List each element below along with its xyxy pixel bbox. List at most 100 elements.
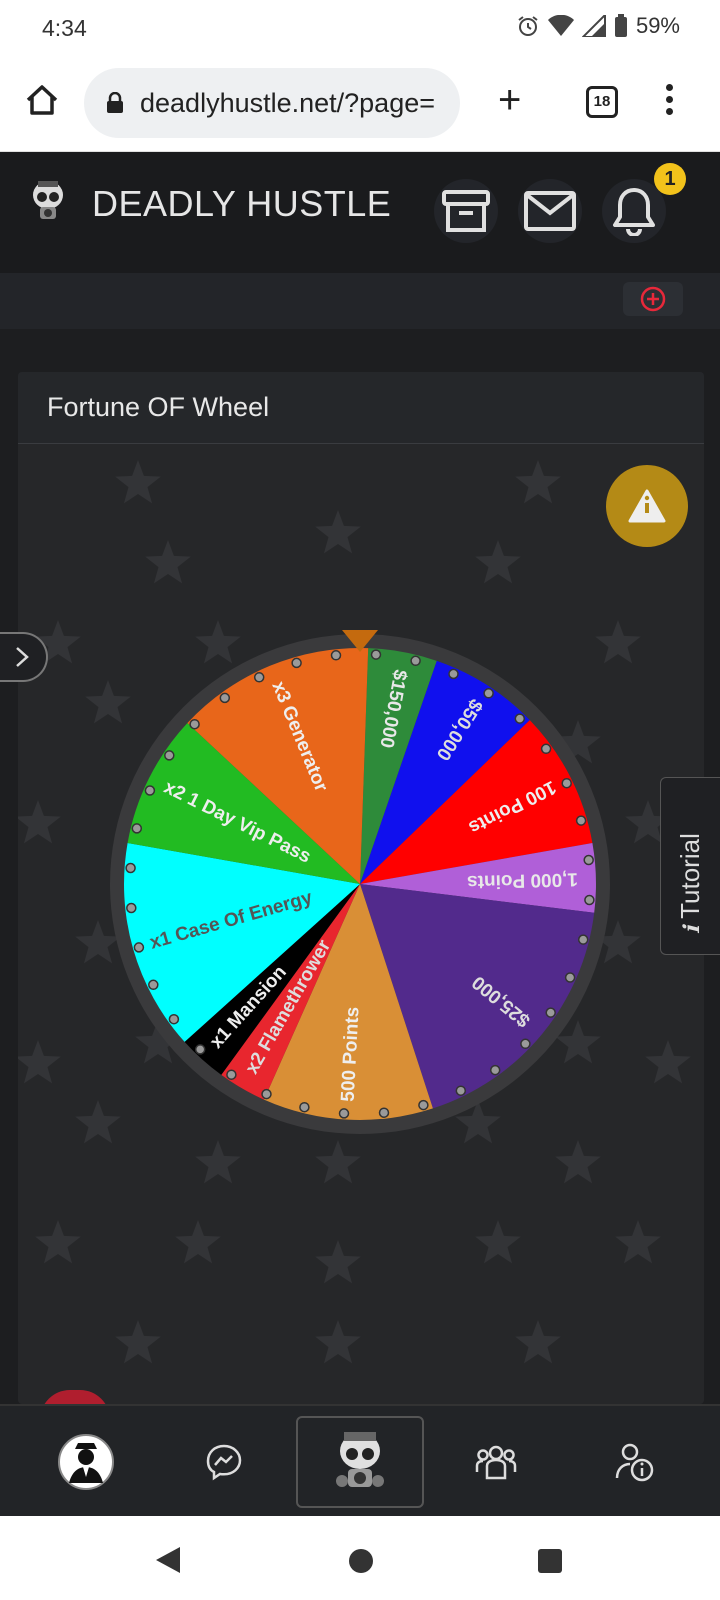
tutorial-tab[interactable]: ℹ Tutorial — [660, 777, 720, 955]
nav-gang[interactable] — [436, 1406, 556, 1518]
wheel-graphic[interactable]: $150,000 $50,000100 Points1,000 Points$25… — [106, 630, 614, 1138]
tab-count-button[interactable]: 18 — [586, 86, 618, 118]
background-star — [145, 540, 191, 584]
home-icon[interactable] — [24, 82, 60, 118]
wheel-peg — [448, 668, 459, 680]
wheel-peg — [370, 649, 382, 660]
background-star — [195, 1140, 241, 1184]
chevron-right-icon — [16, 647, 29, 667]
mail-button[interactable] — [518, 179, 582, 243]
background-star — [475, 540, 521, 584]
background-star — [555, 1140, 601, 1184]
site-header: DEADLY HUSTLE — [0, 153, 720, 273]
wheel-peg — [483, 688, 494, 699]
wheel-peg — [564, 972, 576, 983]
nav-profile[interactable] — [26, 1406, 146, 1518]
background-star — [35, 1220, 81, 1264]
sub-toolbar — [0, 273, 720, 329]
status-icons: 59% — [516, 13, 680, 39]
site-title: DEADLY HUSTLE — [92, 183, 392, 224]
browser-toolbar: deadlyhustle.net/?page= + 18 — [0, 56, 720, 152]
background-star — [115, 460, 161, 504]
tutorial-label: ℹ Tutorial — [675, 833, 705, 934]
inventory-button[interactable] — [434, 179, 498, 243]
url-text: deadlyhustle.net/?page= — [140, 87, 435, 118]
wheel-peg — [583, 854, 594, 866]
background-star — [515, 460, 561, 504]
wheel-peg — [299, 1101, 310, 1113]
wheel-peg — [131, 823, 143, 834]
wheel-peg — [514, 713, 526, 724]
battery-icon — [614, 14, 627, 37]
bottom-navigation — [0, 1404, 720, 1516]
user-info-icon — [615, 1443, 654, 1482]
battery-percent: 59% — [635, 13, 680, 38]
add-button[interactable] — [623, 282, 683, 316]
browser-menu-icon[interactable] — [666, 84, 674, 120]
wheel-peg — [545, 1007, 556, 1018]
panel-title: Fortune OF Wheel — [18, 372, 704, 444]
wheel-peg — [291, 657, 302, 669]
background-star — [515, 1320, 561, 1364]
status-time: 4:34 — [42, 15, 87, 41]
background-star — [315, 1240, 361, 1284]
background-star — [175, 1220, 221, 1264]
wheel-peg — [144, 785, 156, 796]
warning-triangle-icon — [628, 489, 666, 523]
skull-logo-icon[interactable] — [24, 177, 72, 225]
wheel-peg — [489, 1064, 501, 1076]
lock-icon — [107, 92, 123, 113]
alarm-icon — [518, 16, 538, 36]
messenger-icon — [206, 1444, 242, 1481]
wheel-peg — [575, 815, 587, 826]
wheel-peg — [520, 1038, 531, 1050]
nav-messenger[interactable] — [164, 1406, 284, 1518]
wheel-peg — [164, 750, 175, 761]
background-star — [615, 1220, 661, 1264]
nav-home[interactable] — [296, 1416, 424, 1508]
new-tab-button[interactable]: + — [498, 80, 521, 120]
wheel-peg — [378, 1107, 390, 1118]
wheel-peg — [253, 672, 265, 683]
background-star — [115, 1320, 161, 1364]
wheel-peg — [148, 979, 159, 991]
signal-icon — [581, 15, 606, 37]
prize-wheel[interactable]: $150,000 $50,000 100 Points 1,000 Points $25… — [106, 630, 614, 1138]
wheel-peg — [219, 692, 231, 704]
wheel-peg — [338, 1108, 350, 1119]
wheel-peg — [330, 650, 342, 661]
wheel-peg — [561, 777, 572, 789]
home-circle-icon[interactable] — [348, 1548, 374, 1574]
nav-info[interactable] — [574, 1406, 694, 1518]
wheel-peg — [584, 894, 595, 906]
info-button[interactable] — [606, 465, 688, 547]
side-panel-toggle[interactable] — [0, 632, 48, 682]
address-bar[interactable]: deadlyhustle.net/?page= — [84, 68, 460, 138]
wheel-peg — [126, 902, 137, 914]
background-star — [475, 1220, 521, 1264]
status-bar: 4:34 59% — [0, 0, 720, 56]
bell-icon — [613, 188, 655, 236]
android-navigation-bar — [0, 1516, 720, 1600]
wheel-peg — [189, 718, 200, 730]
wheel-peg — [418, 1099, 429, 1111]
recents-icon[interactable] — [537, 1548, 563, 1574]
wheel-peg — [540, 743, 552, 755]
background-star — [315, 1320, 361, 1364]
background-star — [18, 800, 61, 844]
background-star — [315, 1140, 361, 1184]
wifi-icon — [547, 15, 574, 36]
wheel-peg — [194, 1044, 206, 1055]
background-star — [315, 510, 361, 554]
wheel-peg — [410, 655, 421, 667]
wheel-peg — [455, 1085, 467, 1096]
wheel-peg — [133, 942, 145, 953]
wheel-peg — [168, 1013, 180, 1025]
wheel-peg — [577, 934, 589, 945]
wheel-peg — [125, 862, 136, 874]
wheel-peg — [226, 1069, 237, 1080]
info-i-icon: ℹ — [679, 925, 704, 934]
background-star — [645, 1040, 691, 1084]
back-icon[interactable] — [154, 1545, 182, 1575]
envelope-icon — [524, 191, 576, 231]
